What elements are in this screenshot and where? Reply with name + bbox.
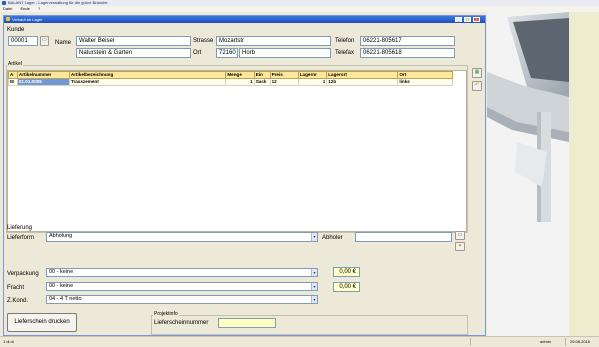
verpackung-value: 00 - keine — [49, 269, 74, 275]
lieferform-label: Lieferform — [7, 235, 35, 241]
verpackung-betrag-field[interactable]: 0,00 € — [333, 267, 360, 277]
col-ein[interactable]: Ein — [253, 71, 271, 79]
fracht-value: 00 - keine — [49, 283, 74, 289]
col-a[interactable]: A — [8, 71, 18, 79]
plz-field[interactable]: 72160 — [216, 48, 238, 58]
status-date: 29.08.2016 — [570, 339, 591, 344]
ort-field[interactable]: Horb — [239, 48, 331, 58]
zkond-label: Z.Kond. — [7, 298, 29, 304]
lieferform-value: Abholung — [49, 233, 73, 239]
app-icon — [2, 1, 6, 5]
lieferschein-drucken-button[interactable]: Lieferschein drucken — [7, 313, 77, 332]
maximize-button[interactable]: □ — [464, 17, 471, 22]
name-label: Name — [55, 40, 72, 46]
abholer-label: Abholer — [322, 235, 343, 241]
abholer-field[interactable] — [355, 232, 452, 242]
artikel-header-row: A Artikelnummer Artikelbezeichnung Menge… — [8, 71, 453, 79]
projektinfo-title: Projektinfo — [153, 311, 179, 317]
cell-artikelnummer[interactable]: 01.01.0005 — [16, 78, 70, 86]
menu-ende[interactable]: Ende — [20, 6, 29, 11]
abholer-copy-button[interactable]: ▭ — [455, 231, 465, 240]
col-menge[interactable]: Menge — [225, 71, 255, 79]
kunde-label: Kunde — [7, 27, 25, 33]
fracht-label: Fracht — [7, 285, 25, 291]
artikel-add-button[interactable]: ▦ — [472, 68, 482, 78]
side-strip — [569, 12, 599, 336]
table-row[interactable]: M 01.01.0005 Trasszement 1 Sack 12 1 12b… — [8, 78, 453, 86]
status-separator — [565, 338, 566, 346]
verpackung-label: Verpackung — [7, 271, 39, 277]
pin-icon: ✦ — [457, 243, 463, 249]
strasse-field[interactable]: Mozartstr — [216, 36, 331, 46]
folder-icon: ▭ — [42, 37, 47, 43]
decorative-laptop-image — [487, 12, 569, 336]
col-preis[interactable]: Preis — [269, 71, 299, 79]
kunde-search-button[interactable]: ▭ — [40, 36, 49, 46]
fracht-select[interactable]: 00 - keine ▾ — [46, 282, 318, 291]
ort-label: Ort — [193, 50, 202, 56]
artikel-group-title: Artikel — [7, 61, 23, 67]
cell-preis[interactable]: 12 — [269, 78, 299, 86]
cell-bezeichnung[interactable]: Trasszement — [68, 78, 227, 86]
lieferung-label: Lieferung — [7, 225, 33, 231]
telefon-field[interactable]: 06221-805617 — [360, 36, 455, 46]
telefax-label: Telefax — [335, 50, 355, 56]
add-row-icon: ▦ — [474, 69, 480, 75]
zkond-select[interactable]: 04 - 4 T netto ▾ — [46, 295, 318, 304]
col-lagerort[interactable]: Lagerort — [326, 71, 399, 79]
name-line1-field[interactable]: Walter Beisel — [76, 36, 191, 46]
artikel-grid[interactable]: A Artikelnummer Artikelbezeichnung Menge… — [7, 70, 467, 232]
chevron-down-icon: ▾ — [311, 283, 317, 290]
status-user: admin — [540, 339, 551, 344]
minimize-button[interactable]: _ — [455, 17, 462, 22]
close-button[interactable]: × — [473, 17, 480, 22]
cell-ein[interactable]: Sack — [253, 78, 271, 86]
chevron-down-icon: ▾ — [311, 233, 317, 241]
window-icon — [6, 17, 10, 21]
strasse-label: Strasse — [193, 38, 214, 44]
chevron-down-icon: ▾ — [311, 296, 317, 303]
telefon-label: Telefon — [335, 38, 355, 44]
chevron-down-icon: ▾ — [311, 269, 317, 276]
cell-ort[interactable]: links — [397, 78, 453, 86]
fracht-betrag-field[interactable]: 0,00 € — [333, 282, 360, 292]
col-lagernr[interactable]: Lagernr — [297, 71, 328, 79]
copy-icon: ▭ — [457, 232, 463, 238]
cell-lagernr[interactable]: 1 — [297, 78, 328, 86]
abholer-pin-button[interactable]: ✦ — [455, 242, 465, 251]
zkond-value: 04 - 4 T netto — [49, 296, 82, 302]
cell-menge[interactable]: 1 — [225, 78, 255, 86]
menu-help[interactable]: ? — [38, 6, 40, 11]
telefax-field[interactable]: 06221-805618 — [360, 48, 455, 58]
col-artikelnummer[interactable]: Artikelnummer — [16, 71, 70, 79]
col-artikelbezeichnung[interactable]: Artikelbezeichnung — [68, 71, 227, 79]
cell-lagerort[interactable]: 12b — [326, 78, 399, 86]
lieferform-select[interactable]: Abholung ▾ — [46, 232, 318, 242]
status-left: 1 di di — [3, 339, 14, 344]
window-title: Verkauf ab Lager — [12, 17, 43, 22]
artikel-table: A Artikelnummer Artikelbezeichnung Menge… — [8, 71, 453, 86]
name-line2-field[interactable]: Naturstein & Garten — [76, 48, 191, 58]
kunde-number-field[interactable]: 00001 — [8, 36, 38, 46]
verkauf-window: Verkauf ab Lager _ □ × Kunde 00001 ▭ Nam… — [3, 15, 486, 336]
status-bar: 1 di di admin 29.08.2016 — [0, 336, 599, 347]
arrow-left-icon: ↶ — [474, 82, 480, 88]
menu-datei[interactable]: Datei — [3, 6, 12, 11]
status-separator — [470, 338, 471, 346]
lieferscheinnummer-label: Lieferscheinnummer — [154, 320, 209, 326]
artikel-back-button[interactable]: ↶ — [472, 81, 482, 91]
window-title-bar: Verkauf ab Lager — [4, 16, 485, 23]
col-ort[interactable]: Ort — [397, 71, 453, 79]
verpackung-select[interactable]: 00 - keine ▾ — [46, 268, 318, 277]
app-title: BALANT Lager - Lagerverwaltung für die g… — [8, 0, 108, 5]
lieferscheinnummer-field[interactable] — [218, 318, 276, 328]
cell-a[interactable]: M — [8, 78, 18, 86]
